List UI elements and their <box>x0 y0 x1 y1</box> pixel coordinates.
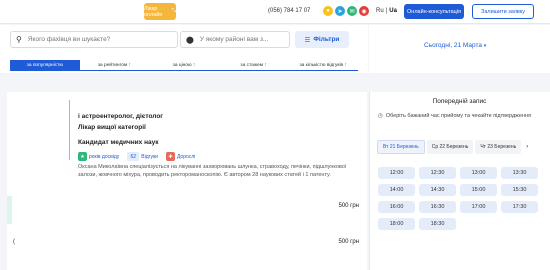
search-icon: ⚲ <box>16 35 22 44</box>
doctor-description: Оксана Миколаївна спеціалізується на лік… <box>78 164 347 178</box>
vodafone-icon[interactable]: ◉ <box>359 6 369 16</box>
time-slot[interactable]: 18:30 <box>419 218 456 230</box>
phone-number[interactable]: (056) 784 17 07 <box>268 8 310 14</box>
sort-tabs: за популярністю за рейтингом ↑ за ціною … <box>10 60 358 71</box>
sort-price[interactable]: за ціною ↑ <box>149 60 219 71</box>
time-slot[interactable]: 14:30 <box>419 184 456 196</box>
specialist-search[interactable]: ⚲ <box>10 31 178 48</box>
specialist-input[interactable] <box>27 36 168 43</box>
lang-ua[interactable]: Ua <box>389 8 397 14</box>
audience-stat: ✚ Дорослі <box>165 152 196 161</box>
sort-experience[interactable]: за стажем ↑ <box>218 60 289 71</box>
experience-label: років досвіду <box>89 153 120 160</box>
price-row[interactable]: 500 грн <box>7 196 367 224</box>
price-row[interactable]: ( 500 грн <box>7 232 367 260</box>
day-tab[interactable]: Вт 21 Березень <box>377 140 425 154</box>
time-slot[interactable]: 17:30 <box>501 201 538 213</box>
hint-text: Оберіть бажаний час прийому та чекайте п… <box>385 113 531 119</box>
filters-label: Фільтри <box>313 36 340 43</box>
appointment-hint: ◷ Оберіть бажаний час прийому та чекайте… <box>378 113 543 121</box>
reviews-stat[interactable]: 62 Відгуки <box>127 152 158 161</box>
messengers: ● ➤ ✉ ◉ <box>323 6 369 16</box>
doctor-category: Лікар вищої категорії <box>78 124 146 131</box>
leave-request-button[interactable]: Залишити заявку <box>472 4 534 19</box>
doctor-stats: ★ років досвіду 62 Відгуки ✚ Дорослі <box>78 152 195 161</box>
day-tab[interactable]: Чт 23 Березень <box>475 140 522 154</box>
filters-icon: ☰ <box>304 36 311 44</box>
sort-popularity[interactable]: за популярністю <box>10 60 80 71</box>
online-consultation-button[interactable]: Онлайн-консультація <box>404 4 464 19</box>
viber-icon[interactable]: ● <box>323 6 333 16</box>
doctor-degree: Кандидат медичних наук <box>78 139 159 146</box>
district-input[interactable] <box>199 36 289 43</box>
chevron-down-icon: ▾ <box>483 43 487 49</box>
doctor-online-button[interactable]: Лікар онлайн ⤡ <box>144 3 176 20</box>
date-label: Сьогодні, 21 Марта <box>424 42 482 49</box>
adults-icon: ✚ <box>165 152 175 161</box>
lang-ru[interactable]: Ru <box>376 8 384 14</box>
chevron-right-icon[interactable]: › <box>523 140 531 154</box>
row-accent <box>7 196 12 224</box>
doctor-photo[interactable] <box>30 100 70 160</box>
row-mark: ( <box>13 239 15 245</box>
day-tab[interactable]: Ср 22 Березень <box>426 140 474 154</box>
time-slot[interactable]: 15:30 <box>501 184 538 196</box>
time-slot[interactable]: 16:00 <box>378 201 415 213</box>
time-slot[interactable]: 13:30 <box>501 167 538 179</box>
chat-icon[interactable]: ✉ <box>347 6 357 16</box>
price-value: 500 грн <box>338 203 359 209</box>
reviews-count: 62 <box>127 152 140 161</box>
time-slot[interactable]: 14:00 <box>378 184 415 196</box>
filters-button[interactable]: ☰ Фільтри <box>295 31 349 48</box>
sort-reviews[interactable]: за кількістю відгуків ↑ <box>288 60 358 71</box>
reviews-label: Відгуки <box>141 153 158 160</box>
time-slot[interactable]: 16:30 <box>419 201 456 213</box>
price-value: 500 грн <box>338 239 359 245</box>
time-slots: 12:00 12:30 13:00 13:30 14:00 14:30 15:0… <box>378 167 540 230</box>
location-icon: ⬤ <box>186 36 194 44</box>
time-slot[interactable]: 12:30 <box>419 167 456 179</box>
time-slot[interactable]: 12:00 <box>378 167 415 179</box>
time-slot[interactable]: 15:00 <box>460 184 497 196</box>
clock-icon: ◷ <box>378 113 383 119</box>
audience-label: Дорослі <box>176 153 196 160</box>
experience-icon: ★ <box>78 152 87 161</box>
arrows-icon: ⤡ <box>171 8 176 14</box>
day-tabs: Вт 21 Березень Ср 22 Березень Чт 23 Бере… <box>377 139 545 155</box>
doctor-specialty: і астроентеролог, дієтолог <box>78 113 163 120</box>
time-slot[interactable]: 17:00 <box>460 201 497 213</box>
experience-stat: ★ років досвіду <box>78 152 119 161</box>
district-search[interactable]: ⬤ <box>180 31 290 48</box>
time-slot[interactable]: 18:00 <box>378 218 415 230</box>
appointment-title: Попередній запис <box>432 98 487 105</box>
date-select[interactable]: Сьогодні, 21 Марта ▾ <box>424 42 486 49</box>
date-panel <box>369 25 550 73</box>
sort-rating[interactable]: за рейтингом ↑ <box>79 60 150 71</box>
time-slot[interactable]: 13:00 <box>460 167 497 179</box>
doctor-online-label: Лікар онлайн <box>144 5 163 18</box>
language-switch: Ru | Ua <box>376 8 397 14</box>
telegram-icon[interactable]: ➤ <box>335 6 345 16</box>
